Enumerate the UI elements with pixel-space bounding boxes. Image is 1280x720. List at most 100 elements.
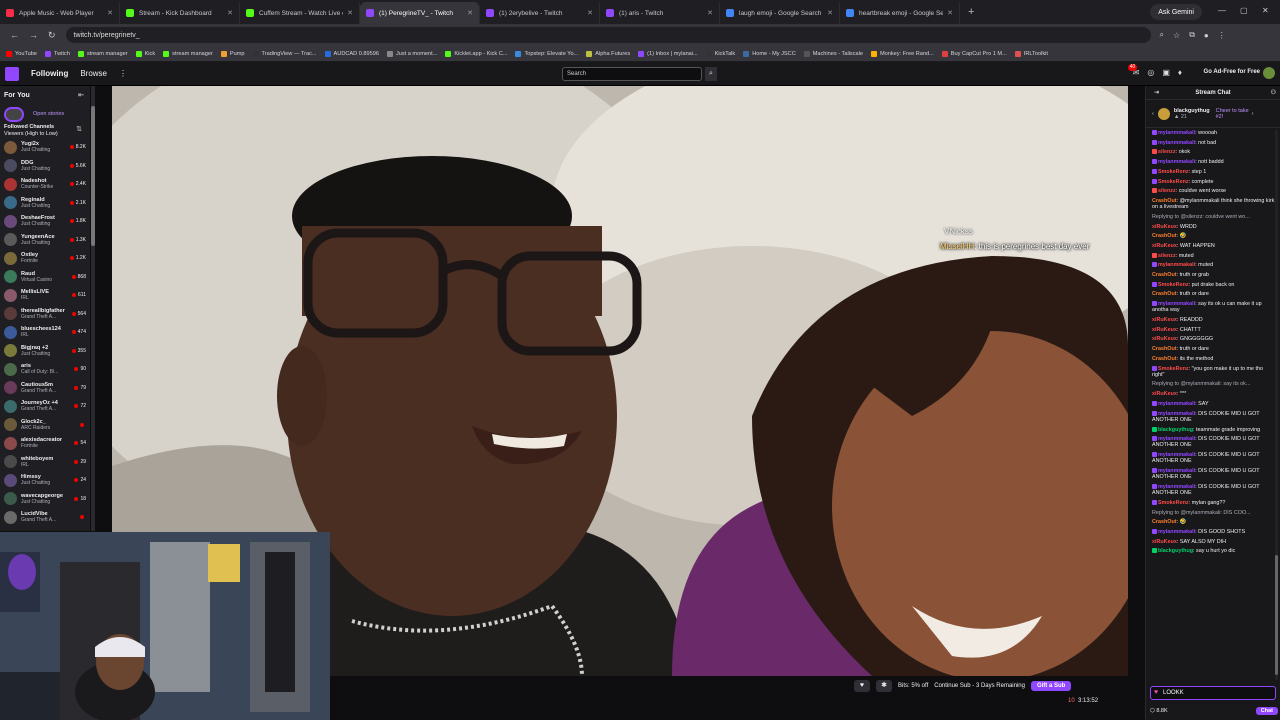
chat-username[interactable]: mylanmmakali: [1158, 436, 1195, 442]
url-field[interactable]: twitch.tv/peregrinetv_: [65, 27, 1151, 43]
sidebar-channel-item[interactable]: Reginald Just Chatting 2.1K: [0, 194, 90, 213]
continue-sub-button[interactable]: Continue Sub - 3 Days Remaining: [934, 683, 1025, 689]
bookmark-item[interactable]: stream manager: [163, 50, 213, 57]
chat-username[interactable]: xiRuKeux: [1152, 224, 1177, 230]
chat-username[interactable]: SmokeRenz: [1158, 366, 1189, 372]
chat-reply-context[interactable]: Replying to @mylanmmakali: DIS COO...: [1152, 510, 1276, 516]
chat-message[interactable]: SmokeRenz: step 1: [1152, 168, 1276, 175]
browser-tab[interactable]: (1) 2erybelive - Twitch ✕: [480, 2, 600, 24]
new-tab-button[interactable]: +: [968, 6, 974, 18]
sidebar-channel-item[interactable]: MellisLIVE IRL 611: [0, 286, 90, 305]
chat-message[interactable]: CrashOut: truth or dare: [1152, 346, 1276, 352]
chat-username[interactable]: mylanmmakali: [1158, 262, 1195, 268]
chat-send-button[interactable]: Chat: [1255, 707, 1278, 715]
chat-username[interactable]: xiRuKeux: [1152, 336, 1177, 342]
close-tab-icon[interactable]: ✕: [707, 9, 713, 17]
channel-points[interactable]: 8.8K: [1156, 708, 1167, 714]
sidebar-channel-item[interactable]: Yugi2x Just Chatting 8.2K: [0, 138, 90, 157]
chat-message[interactable]: CrashOut: 🤣: [1152, 233, 1276, 239]
ask-gemini-button[interactable]: Ask Gemini: [1150, 4, 1202, 20]
sidebar-channel-item[interactable]: aris Call of Duty: Bl... 90: [0, 360, 90, 379]
chat-scrollbar[interactable]: [1275, 130, 1278, 680]
browser-tab[interactable]: (1) aris - Twitch ✕: [600, 2, 720, 24]
hype-leaderboard[interactable]: ‹ blackguythug ▲ 21 Cheer to take #2! ›: [1146, 100, 1280, 128]
following-link[interactable]: Following: [31, 69, 68, 78]
bookmark-item[interactable]: Kicklet.app - Kick C...: [445, 50, 507, 57]
bookmark-item[interactable]: Just a moment...: [386, 50, 437, 57]
chat-message[interactable]: blackguythug: teammate grade improving: [1152, 426, 1276, 433]
sidebar-channel-item[interactable]: Nadeshot Counter-Strike 2.4K: [0, 175, 90, 194]
user-avatar[interactable]: [1263, 67, 1275, 79]
next-arrow-icon[interactable]: ›: [1252, 111, 1254, 117]
close-tab-icon[interactable]: ✕: [947, 9, 953, 17]
close-tab-icon[interactable]: ✕: [347, 9, 353, 17]
chat-message[interactable]: blackguythug: say u hurt yo dic: [1152, 548, 1276, 554]
browser-tab[interactable]: heartbreak emoji - Google Sea ✕: [840, 2, 960, 24]
stories-row[interactable]: Open stories: [0, 104, 90, 124]
chat-message[interactable]: xiRuKeux: GNGGGGGG: [1152, 336, 1276, 342]
open-stories-label[interactable]: Open stories: [33, 111, 64, 117]
chat-message[interactable]: SmokeRenz: mylan gang??: [1152, 499, 1276, 506]
close-window-icon[interactable]: ✕: [1262, 6, 1269, 15]
sidebar-channel-item[interactable]: DDG Just Chatting 5.6K: [0, 157, 90, 176]
minimize-icon[interactable]: —: [1218, 6, 1226, 15]
chat-message[interactable]: silenzz: muted: [1152, 252, 1276, 259]
bookmark-item[interactable]: Twitch: [44, 50, 70, 57]
bookmark-item[interactable]: Home - My JSCC: [743, 50, 796, 57]
chat-message[interactable]: mylanmmakali: DIS COOKIE MID U GOT ANOTH…: [1152, 452, 1276, 464]
chat-message[interactable]: CrashOut: its the method: [1152, 356, 1276, 362]
browser-tab[interactable]: Cuffem Stream - Watch Live on ✕: [240, 2, 360, 24]
chat-message[interactable]: mylanmmakali: say its ok u can make it u…: [1152, 301, 1276, 313]
bookmark-item[interactable]: (1) Inbox | mylanai...: [638, 50, 698, 57]
bookmark-item[interactable]: Buy CapCut Pro 1 M...: [941, 50, 1007, 57]
twitch-logo-icon[interactable]: [5, 66, 19, 81]
sidebar-channel-item[interactable]: wavecapgeorge Just Chatting 18: [0, 490, 90, 509]
chat-message[interactable]: CrashOut: truth or dare: [1152, 291, 1276, 297]
chat-message[interactable]: xiRuKeux: WRDD: [1152, 224, 1276, 230]
zoom-icon[interactable]: ⌕: [1160, 30, 1164, 40]
chat-username[interactable]: CrashOut: [1152, 346, 1177, 352]
sidebar-channel-item[interactable]: Himssy Just Chatting 24: [0, 471, 90, 490]
chat-username[interactable]: CrashOut: [1152, 198, 1177, 204]
chat-message[interactable]: mylanmmakali: DIS COOKIE MID U GOT ANOTH…: [1152, 436, 1276, 448]
chat-username[interactable]: xiRuKeux: [1152, 539, 1177, 545]
chat-message[interactable]: xiRuKeux: SAY ALSO MY DIH: [1152, 539, 1276, 545]
chat-username[interactable]: SmokeRenz: [1158, 500, 1189, 506]
browser-tab[interactable]: Stream - Kick Dashboard ✕: [120, 2, 240, 24]
bookmark-item[interactable]: AUDCAD 0.89596: [324, 50, 379, 57]
bookmark-item[interactable]: stream manager: [77, 50, 128, 57]
follow-heart-icon[interactable]: ♥: [854, 680, 870, 692]
chat-message[interactable]: mylanmmakali: not bad: [1152, 139, 1276, 146]
chat-username[interactable]: CrashOut: [1152, 356, 1177, 362]
chat-username[interactable]: SmokeRenz: [1158, 282, 1189, 288]
sidebar-channel-item[interactable]: YungeenAce Just Chatting 1.3K: [0, 231, 90, 250]
menu-icon[interactable]: ⋮: [1218, 31, 1226, 40]
chat-message[interactable]: mylanmmakali: nott baddd: [1152, 159, 1276, 165]
reload-icon[interactable]: ↻: [48, 30, 56, 41]
chat-message[interactable]: SmokeRenz: put drake back on: [1152, 281, 1276, 288]
chat-username[interactable]: xiRuKeux: [1152, 327, 1177, 333]
chat-reply-context[interactable]: Replying to @mylanmmakali: say its ok...: [1152, 381, 1276, 387]
notification-bell-icon[interactable]: ✱: [876, 680, 892, 692]
bookmark-item[interactable]: Alpha Futures: [586, 50, 630, 57]
chat-username[interactable]: mylanmmakali: [1158, 140, 1195, 146]
close-tab-icon[interactable]: ✕: [227, 9, 233, 17]
chat-username[interactable]: SmokeRenz: [1158, 179, 1189, 185]
chat-username[interactable]: mylanmmakali: [1158, 130, 1195, 136]
chat-message[interactable]: mylanmmakali: DIS COOKIE MID U GOT ANOTH…: [1152, 468, 1276, 480]
prev-arrow-icon[interactable]: ‹: [1152, 111, 1154, 117]
bookmark-item[interactable]: Kick: [135, 50, 155, 57]
more-menu-icon[interactable]: ⋮: [119, 69, 127, 78]
close-tab-icon[interactable]: ✕: [107, 9, 113, 17]
sidebar-channel-item[interactable]: Oxtley Fortnite 1.2K: [0, 249, 90, 268]
bookmark-item[interactable]: Machines - Tailscale: [803, 50, 863, 57]
chat-message[interactable]: xiRuKeux: WAT HAPPEN: [1152, 243, 1276, 249]
chat-message[interactable]: mylanmmakali: DIS GOOD SHOTS: [1152, 528, 1276, 535]
bookmark-item[interactable]: KickTalk: [705, 50, 735, 57]
chat-username[interactable]: CrashOut: [1152, 291, 1177, 297]
sidebar-channel-item[interactable]: whiteboyem IRL 29: [0, 453, 90, 472]
sort-icon[interactable]: ⇅: [76, 126, 82, 133]
forward-icon[interactable]: →: [29, 30, 38, 40]
chat-message[interactable]: CrashOut: @mylanmmakali think she throwi…: [1152, 198, 1276, 210]
bookmark-item[interactable]: Pump: [220, 50, 245, 57]
